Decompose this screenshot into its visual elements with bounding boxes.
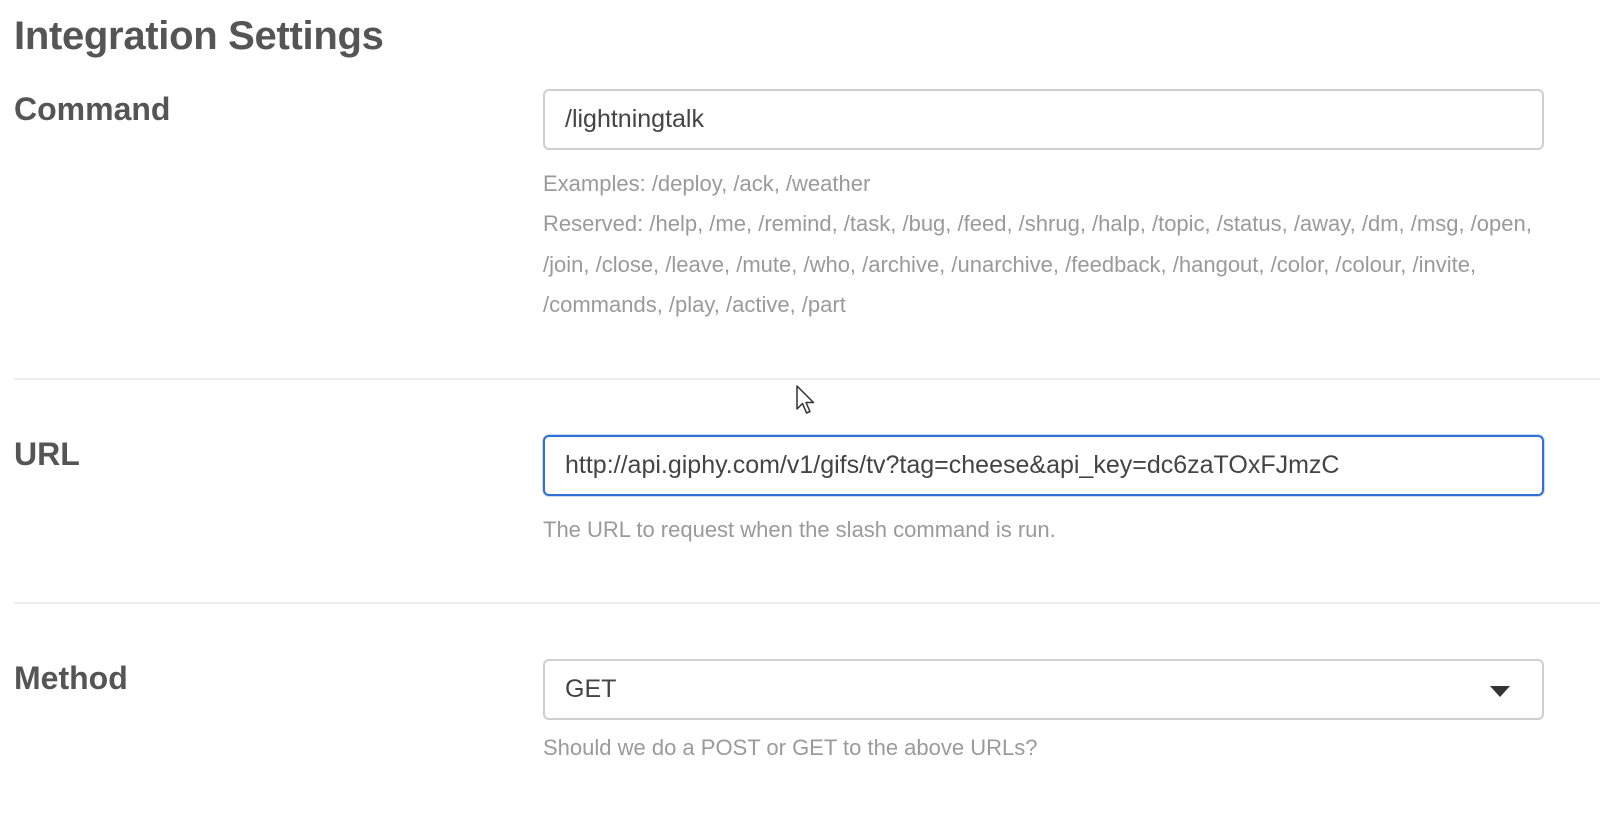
method-selected-value: GET [565, 675, 617, 703]
page-title: Integration Settings [14, 14, 384, 58]
command-label: Command [14, 91, 171, 127]
method-select[interactable]: GET [543, 659, 1544, 720]
url-help-text: The URL to request when the slash comman… [543, 517, 1056, 542]
url-label: URL [14, 436, 80, 472]
caret-down-icon[interactable] [1490, 686, 1510, 697]
section-divider [14, 602, 1600, 604]
section-divider [14, 378, 1600, 380]
method-label: Method [14, 660, 128, 696]
command-input[interactable] [543, 89, 1544, 150]
mouse-cursor-icon [796, 385, 815, 414]
url-input[interactable] [543, 435, 1544, 496]
integration-settings-page: Integration Settings Command Examples: /… [0, 0, 1600, 828]
method-help-text: Should we do a POST or GET to the above … [543, 735, 1038, 760]
command-examples-text: Examples: /deploy, /ack, /weather [543, 171, 871, 196]
command-reserved-text: Reserved: /help, /me, /remind, /task, /b… [543, 211, 1532, 317]
